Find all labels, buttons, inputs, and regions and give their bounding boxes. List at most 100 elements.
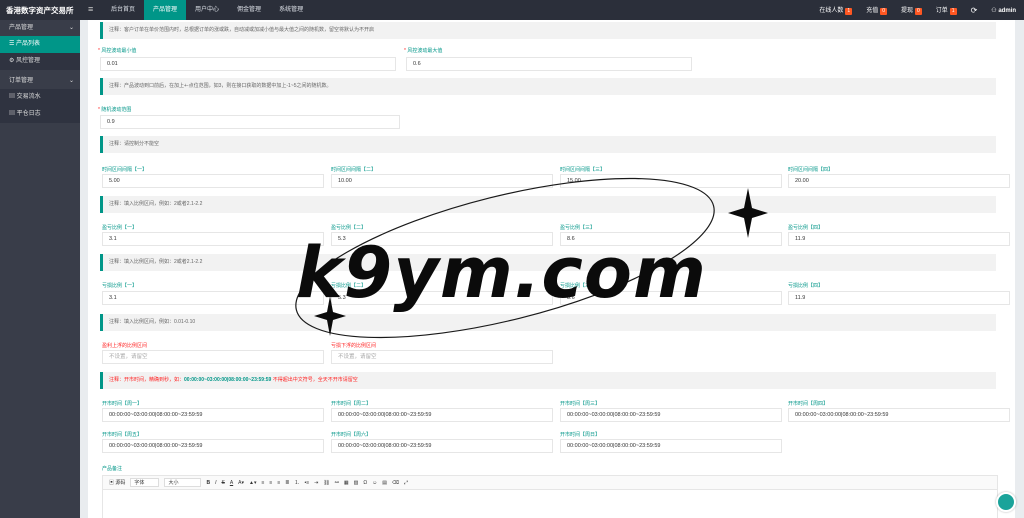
open-input-tue[interactable]: 00:00:00~03:00:00|08:00:00~23:59:59 xyxy=(331,408,553,422)
sidebar-item-label: 风控管理 xyxy=(16,58,41,64)
interval-label-3: 时间区间间隔【三】 xyxy=(560,167,606,173)
float-up-input[interactable]: 不设置，请留空 xyxy=(102,350,324,364)
align-right-icon[interactable]: ≡ xyxy=(277,480,280,486)
profit-label-4: 盈亏比例【四】 xyxy=(788,225,824,231)
clear-format-icon[interactable]: ⌫ xyxy=(392,480,399,486)
sidebar-item-label: 交易流水 xyxy=(16,94,41,100)
max-label-text: 风控波动最大值 xyxy=(407,48,443,54)
fullscreen-icon[interactable]: ⤢ xyxy=(404,480,408,486)
table-icon[interactable]: ▦ xyxy=(344,480,349,486)
indent-icon[interactable]: ⇥ xyxy=(314,480,318,486)
sidebar-group-label: 产品管理 xyxy=(9,25,34,31)
online-count-link[interactable]: 在线人数 1 xyxy=(819,5,853,15)
justify-icon[interactable]: ≣ xyxy=(285,480,289,486)
nav-system[interactable]: 系统管理 xyxy=(270,0,312,20)
align-left-icon[interactable]: ≡ xyxy=(261,480,264,486)
italic-icon[interactable]: I xyxy=(215,480,216,486)
underline-icon[interactable]: A xyxy=(230,480,233,486)
open-input-mon[interactable]: 00:00:00~03:00:00|08:00:00~23:59:59 xyxy=(102,408,324,422)
open-label-wed: 开市时间【周三】 xyxy=(560,401,601,407)
link-icon[interactable]: ⛓ xyxy=(323,480,329,486)
size-select[interactable]: 大小 xyxy=(164,478,202,487)
omega-icon[interactable]: Ω xyxy=(363,480,367,486)
source-label: 源码 xyxy=(115,480,126,486)
bg-color-icon[interactable]: ▲▾ xyxy=(249,480,256,486)
top-right-nav: 在线人数 1 充值 0 提现 0 订单 1 ⟳ ⚇ admin xyxy=(819,0,1016,20)
open-label-thu: 开市时间【周四】 xyxy=(788,401,829,407)
sidebar-item-risk-control[interactable]: ⚙ 风控管理 xyxy=(0,53,80,70)
sidebar-item-close-log[interactable]: ▤ 平仓日志 xyxy=(0,106,80,123)
user-menu[interactable]: ⚇ admin xyxy=(991,7,1016,14)
chevron-down-icon: ⌄ xyxy=(68,25,74,31)
loss-input-1[interactable]: 3.1 xyxy=(102,291,324,305)
sidebar-group-label: 订单管理 xyxy=(9,78,34,84)
code-icon[interactable]: ▤ xyxy=(382,480,387,486)
interval-input-1[interactable]: 5.00 xyxy=(102,174,324,188)
profit-input-4[interactable]: 11.9 xyxy=(788,232,1010,246)
sidebar-item-transactions[interactable]: ▤ 交易流水 xyxy=(0,89,80,106)
source-button[interactable]: ▣ 源码 xyxy=(109,479,125,486)
interval-input-4[interactable]: 20.00 xyxy=(788,174,1010,188)
gear-icon: ⚙ xyxy=(9,58,17,64)
loss-label-4: 亏损比例【四】 xyxy=(788,283,824,289)
loss-input-4[interactable]: 11.9 xyxy=(788,291,1010,305)
open-label-sun: 开市时间【周日】 xyxy=(560,432,601,438)
withdraw-link[interactable]: 提现 0 xyxy=(901,5,922,15)
text-color-icon[interactable]: A▾ xyxy=(238,480,244,486)
sidebar-group-products[interactable]: 产品管理 ⌄ xyxy=(0,20,80,36)
float-down-label: 亏损下浮的比例区间 xyxy=(331,343,377,349)
recharge-link[interactable]: 充值 0 xyxy=(866,5,887,15)
note-market-hours-a: 注释：开市时间，精确到秒，如： xyxy=(109,377,185,383)
orders-link[interactable]: 订单 1 xyxy=(936,5,957,15)
nav-home[interactable]: 后台首页 xyxy=(102,0,144,20)
profit-label-1: 盈亏比例【一】 xyxy=(102,225,138,231)
doc-icon: ▤ xyxy=(9,94,17,100)
user-name: admin xyxy=(998,7,1016,14)
bold-icon[interactable]: B xyxy=(206,480,210,486)
open-input-sat[interactable]: 00:00:00~03:00:00|08:00:00~23:59:59 xyxy=(331,439,553,453)
nav-users[interactable]: 用户中心 xyxy=(186,0,228,20)
interval-input-3[interactable]: 15.00 xyxy=(560,174,782,188)
recharge-label: 充值 xyxy=(866,8,879,14)
nav-products[interactable]: 产品管理 xyxy=(144,0,187,20)
open-input-wed[interactable]: 00:00:00~03:00:00|08:00:00~23:59:59 xyxy=(560,408,782,422)
float-down-input[interactable]: 不设置，请留空 xyxy=(331,350,553,364)
remark-label: 产品备注 xyxy=(102,466,123,472)
unlink-icon[interactable]: ⚯ xyxy=(335,480,339,486)
interval-label-4: 时间区间间隔【四】 xyxy=(788,167,834,173)
min-input[interactable]: 0.01 xyxy=(100,57,396,71)
menu-toggle-icon[interactable]: ≡ xyxy=(88,4,93,14)
max-input[interactable]: 0.6 xyxy=(406,57,692,71)
sidebar-item-label: 产品列表 xyxy=(16,41,41,47)
align-center-icon[interactable]: ≡ xyxy=(269,480,272,486)
range-input[interactable]: 0.9 xyxy=(100,115,400,129)
open-input-fri[interactable]: 00:00:00~03:00:00|08:00:00~23:59:59 xyxy=(102,439,324,453)
chat-float-button[interactable] xyxy=(996,492,1016,512)
font-select[interactable]: 字体 xyxy=(130,478,160,487)
note-market-hours-example: 00:00:00~03:00:00|08:00:00~23:59:59 xyxy=(184,377,272,383)
open-input-thu[interactable]: 00:00:00~03:00:00|08:00:00~23:59:59 xyxy=(788,408,1010,422)
strike-icon[interactable]: S xyxy=(221,480,224,486)
editor-toolbar: ▣ 源码 字体 大小 B I S A A▾ ▲▾ ≡ ≡ ≡ ≣ ⒈ •≡ ⇥ … xyxy=(103,476,997,490)
font-select-label: 字体 xyxy=(134,480,145,486)
refresh-icon[interactable]: ⟳ xyxy=(971,6,978,15)
nav-commission[interactable]: 佣金管理 xyxy=(228,0,270,20)
note-market-hours: 注释：开市时间，精确到秒，如：00:00:00~03:00:00|08:00:0… xyxy=(100,372,996,389)
withdraw-label: 提现 xyxy=(900,8,913,14)
image-icon[interactable]: ▨ xyxy=(354,480,359,486)
sidebar-group-orders[interactable]: 订单管理 ⌄ xyxy=(0,73,80,89)
emoji-icon[interactable]: ☺ xyxy=(372,480,377,486)
ordered-list-icon[interactable]: ⒈ xyxy=(294,479,299,486)
interval-input-2[interactable]: 10.00 xyxy=(331,174,553,188)
open-label-fri: 开市时间【周五】 xyxy=(102,432,143,438)
open-label-mon: 开市时间【周一】 xyxy=(102,401,143,407)
max-label: * 风控波动最大值 xyxy=(404,48,443,54)
interval-label-2: 时间区间间隔【二】 xyxy=(331,167,377,173)
brand-title: 香港数字资产交易所 xyxy=(6,6,74,15)
open-input-sun[interactable]: 00:00:00~03:00:00|08:00:00~23:59:59 xyxy=(560,439,782,453)
profit-input-1[interactable]: 3.1 xyxy=(102,232,324,246)
bullet-list-icon[interactable]: •≡ xyxy=(304,480,309,486)
note-interval: 注释：请控制分不能空 xyxy=(100,136,996,153)
sidebar-item-product-list[interactable]: ☰ 产品列表 xyxy=(0,36,80,53)
orders-badge: 1 xyxy=(949,8,957,15)
